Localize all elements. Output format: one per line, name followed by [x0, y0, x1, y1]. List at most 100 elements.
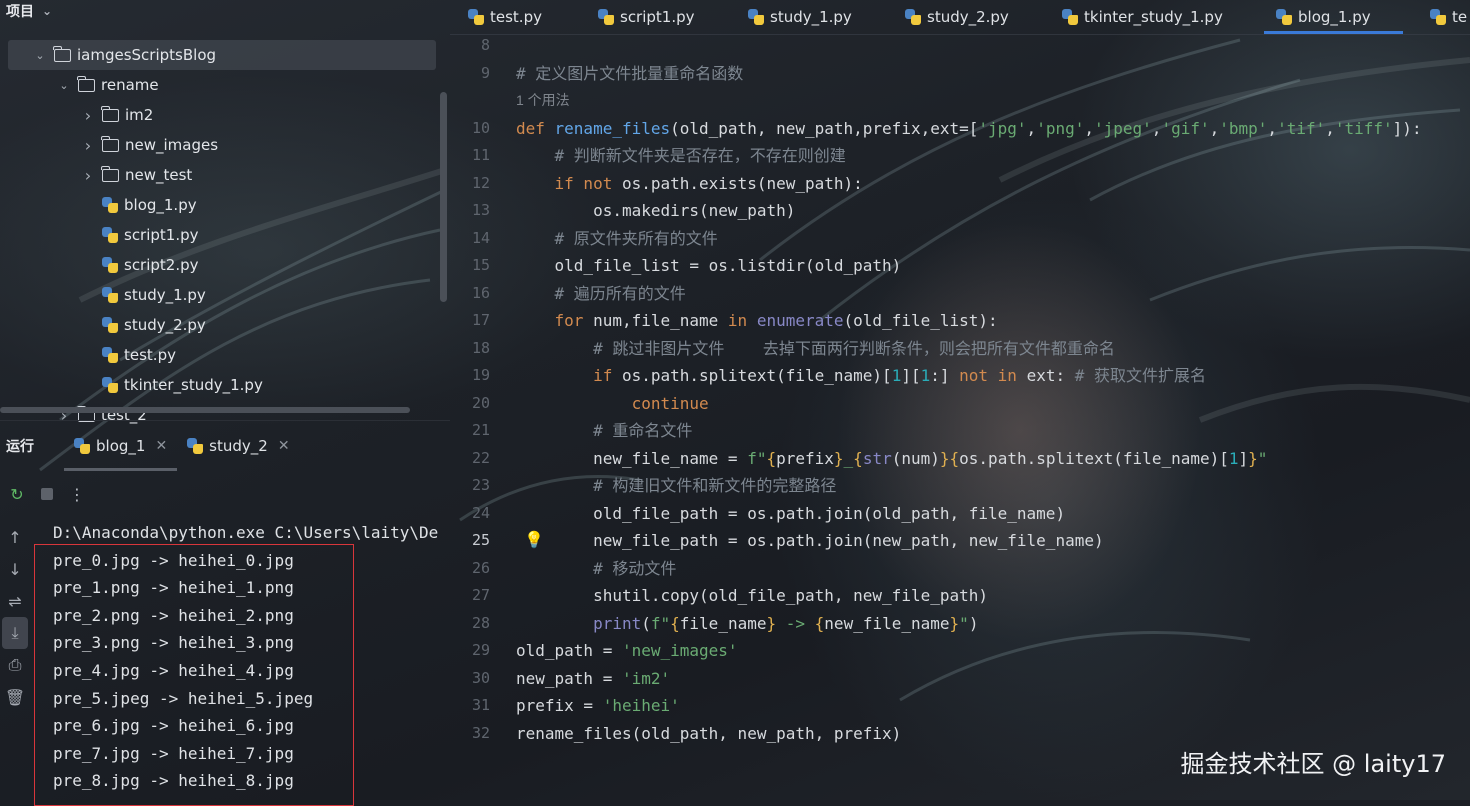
python-file-icon	[102, 197, 118, 213]
code-text: if os.path.splitext(file_name)[1][1:] no…	[516, 362, 1206, 390]
chevron-right-icon[interactable]: ›	[80, 166, 96, 185]
python-file-icon	[1062, 9, 1078, 25]
editor-tab[interactable]: script1.py	[598, 0, 695, 34]
code-token: "	[1257, 448, 1268, 468]
tree-folder[interactable]: ⌄ iamgesScriptsBlog	[8, 40, 436, 70]
code-token: (num)	[891, 448, 940, 468]
tree-file[interactable]: script2.py	[0, 250, 440, 280]
print-icon[interactable]: ⎙	[0, 649, 30, 681]
code-line: 29 old_path = 'new_images'	[450, 637, 1470, 665]
editor-tab[interactable]: study_1.py	[748, 0, 852, 34]
code-token: not in	[959, 366, 1027, 385]
scroll-up-icon[interactable]: ↑	[0, 521, 30, 553]
editor-tab[interactable]: study_2.py	[905, 0, 1009, 34]
editor-tab-label: blog_1.py	[1298, 8, 1371, 26]
editor-tab[interactable]: blog_1.py	[1264, 0, 1403, 34]
python-file-icon	[748, 9, 764, 25]
editor-tab[interactable]: te	[1430, 0, 1467, 34]
code-token: "	[959, 613, 969, 633]
chevron-down-icon[interactable]: ⌄	[32, 49, 48, 62]
tree-file[interactable]: study_1.py	[0, 280, 440, 310]
code-text: for num,file_name in enumerate(old_file_…	[516, 307, 998, 335]
scroll-down-icon[interactable]: ↓	[0, 553, 30, 585]
code-token: }	[1248, 448, 1258, 468]
tree-file[interactable]: test.py	[0, 340, 440, 370]
tree-file[interactable]: tkinter_study_1.py	[0, 370, 440, 400]
code-token: prefix =	[516, 696, 603, 715]
chevron-right-icon[interactable]: ›	[80, 106, 96, 125]
code-token: # 遍历所有的文件	[554, 283, 686, 303]
code-token: new_file_name	[824, 613, 950, 633]
tree-file[interactable]: blog_1.py	[0, 190, 440, 220]
code-text: new_path = 'im2'	[516, 665, 670, 693]
tree-file[interactable]: study_2.py	[0, 310, 440, 340]
code-line: 8	[450, 32, 1470, 60]
project-horizontal-scrollbar[interactable]	[0, 407, 410, 413]
code-token: 1	[920, 366, 931, 385]
run-tab-blog-1[interactable]: blog_1 ✕	[64, 421, 178, 471]
code-text: # 构建旧文件和新文件的完整路径	[516, 472, 836, 500]
more-options-icon[interactable]: ⋮	[64, 481, 90, 507]
chevron-down-icon[interactable]: ⌄	[56, 79, 72, 92]
python-file-icon	[598, 9, 614, 25]
editor-tab[interactable]: test.py	[468, 0, 542, 34]
scroll-to-end-icon[interactable]: ⤓	[2, 617, 28, 649]
code-token: # 跳过非图片文件 去掉下面两行判断条件，则会把所有文件都重命名	[593, 338, 1115, 358]
code-token: ]	[1238, 448, 1249, 468]
code-token: # 构建旧文件和新文件的完整路径	[593, 476, 837, 495]
trash-icon[interactable]: 🗑	[0, 681, 30, 713]
code-text: shutil.copy(old_file_path, new_file_path…	[516, 582, 988, 610]
tree-folder[interactable]: ⌄ rename	[0, 70, 440, 100]
code-token: 1	[891, 366, 902, 385]
line-number: 31	[471, 696, 490, 714]
code-editor[interactable]: 💡 8 9 # 定义图片文件批量重命名函数 1 个用法 10 def rename_fil…	[450, 34, 1470, 800]
rerun-icon[interactable]: ↻	[4, 481, 30, 507]
code-text: old_path = 'new_images'	[516, 637, 738, 665]
tree-folder[interactable]: › new_test	[0, 160, 440, 190]
tree-file[interactable]: script1.py	[0, 220, 440, 250]
code-token: # 获取文件扩展名	[1074, 366, 1207, 385]
editor-tab[interactable]: tkinter_study_1.py	[1062, 0, 1223, 34]
code-token: }	[833, 448, 844, 468]
code-token: if not	[554, 173, 622, 193]
code-text: if not os.path.exists(new_path):	[516, 170, 863, 198]
close-icon[interactable]: ✕	[155, 438, 167, 454]
project-vertical-scrollbar[interactable]	[440, 92, 447, 302]
soft-wrap-icon[interactable]: ⇌	[0, 585, 30, 617]
code-token: new_path =	[516, 668, 622, 688]
code-line: 14 # 原文件夹所有的文件	[450, 225, 1470, 253]
tree-folder[interactable]: › im2	[0, 100, 440, 130]
close-icon[interactable]: ✕	[278, 438, 290, 454]
code-token: )	[968, 613, 979, 633]
python-file-icon	[102, 227, 118, 243]
python-file-icon	[102, 257, 118, 273]
code-token: {	[853, 448, 863, 468]
editor-tab-label: tkinter_study_1.py	[1084, 8, 1223, 26]
line-number: 16	[471, 283, 490, 302]
chevron-right-icon[interactable]: ›	[80, 136, 96, 155]
tree-item-label: study_2.py	[124, 316, 206, 334]
code-token: ][	[901, 366, 921, 385]
code-token: shutil.copy(old_file_path, new_file_path…	[516, 586, 989, 605]
usage-hint[interactable]: 1 个用法	[516, 87, 570, 115]
code-line: 19 if os.path.splitext(file_name)[1][1:]…	[450, 362, 1470, 390]
code-line: 32 rename_files(old_path, new_path, prefi…	[450, 720, 1470, 748]
chevron-down-icon[interactable]: ⌄	[42, 4, 52, 18]
code-token: ,	[1084, 118, 1094, 138]
code-token: os.makedirs(new_path)	[516, 201, 796, 220]
code-text: # 重命名文件	[516, 417, 692, 445]
line-number: 15	[471, 256, 490, 274]
watermark: 掘金技术社区 @ laity17	[1180, 750, 1446, 778]
code-line: 27 shutil.copy(old_file_path, new_file_p…	[450, 582, 1470, 610]
project-panel-header[interactable]: 项目 ⌄	[0, 0, 456, 22]
run-panel: 运行 blog_1 ✕ study_2 ✕ ↻ ⋮ ↑ ↓ ⇌ ⤓ ⎙ 🗑 D:…	[0, 420, 450, 806]
run-tab-label: blog_1	[96, 437, 146, 455]
code-token: old_path =	[516, 641, 622, 660]
run-tab-study-2[interactable]: study_2 ✕	[177, 421, 299, 471]
tree-folder[interactable]: › new_images	[0, 130, 440, 160]
stop-icon[interactable]	[34, 481, 60, 507]
code-token: 'tif'	[1277, 118, 1326, 138]
